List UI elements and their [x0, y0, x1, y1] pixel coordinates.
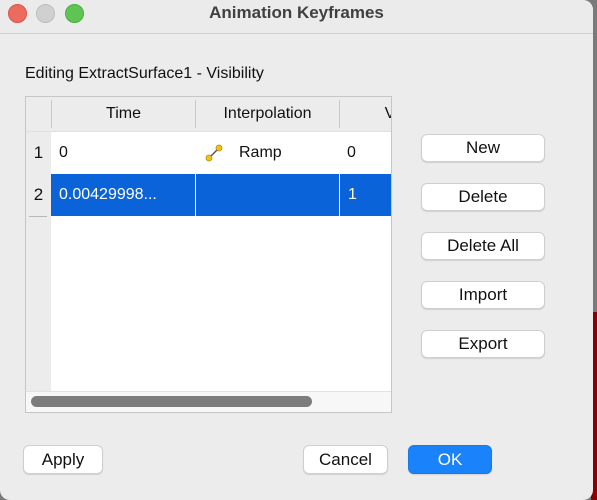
- column-header-value[interactable]: V: [340, 97, 391, 131]
- keyframes-table: Time Interpolation V 1 0 Ramp 0 2 0: [25, 96, 392, 413]
- animation-keyframes-dialog: Animation Keyframes Editing ExtractSurfa…: [0, 0, 593, 500]
- title-bar: Animation Keyframes: [0, 0, 593, 34]
- window-title: Animation Keyframes: [209, 3, 384, 22]
- scrollbar-thumb[interactable]: [31, 396, 312, 407]
- row-number[interactable]: 2: [26, 174, 51, 216]
- import-button[interactable]: Import: [421, 281, 545, 309]
- interpolation-cell[interactable]: [195, 174, 339, 216]
- column-header-time[interactable]: Time: [52, 97, 195, 131]
- delete-button[interactable]: Delete: [421, 183, 545, 211]
- ramp-icon: [205, 144, 223, 162]
- export-button[interactable]: Export: [421, 330, 545, 358]
- row-separator: [29, 216, 47, 217]
- new-button[interactable]: New: [421, 134, 545, 162]
- column-header-interpolation[interactable]: Interpolation: [196, 97, 339, 131]
- table-row[interactable]: 1 0 Ramp 0: [26, 132, 391, 175]
- time-cell[interactable]: 0: [51, 132, 195, 174]
- time-cell[interactable]: 0.00429998...: [51, 174, 195, 216]
- horizontal-scrollbar[interactable]: [26, 391, 391, 412]
- apply-button[interactable]: Apply: [23, 445, 103, 474]
- cancel-button[interactable]: Cancel: [303, 445, 388, 474]
- value-cell[interactable]: 1: [339, 174, 391, 216]
- table-header: Time Interpolation V: [26, 97, 391, 132]
- ok-button[interactable]: OK: [408, 445, 492, 474]
- value-cell[interactable]: 0: [339, 132, 391, 174]
- interpolation-label: Ramp: [239, 144, 282, 161]
- row-number[interactable]: 1: [26, 132, 51, 174]
- delete-all-button[interactable]: Delete All: [421, 232, 545, 260]
- table-row-selected[interactable]: 2 0.00429998... 1: [26, 174, 391, 217]
- editing-label: Editing ExtractSurface1 - Visibility: [25, 65, 264, 82]
- interpolation-cell[interactable]: Ramp: [195, 132, 339, 174]
